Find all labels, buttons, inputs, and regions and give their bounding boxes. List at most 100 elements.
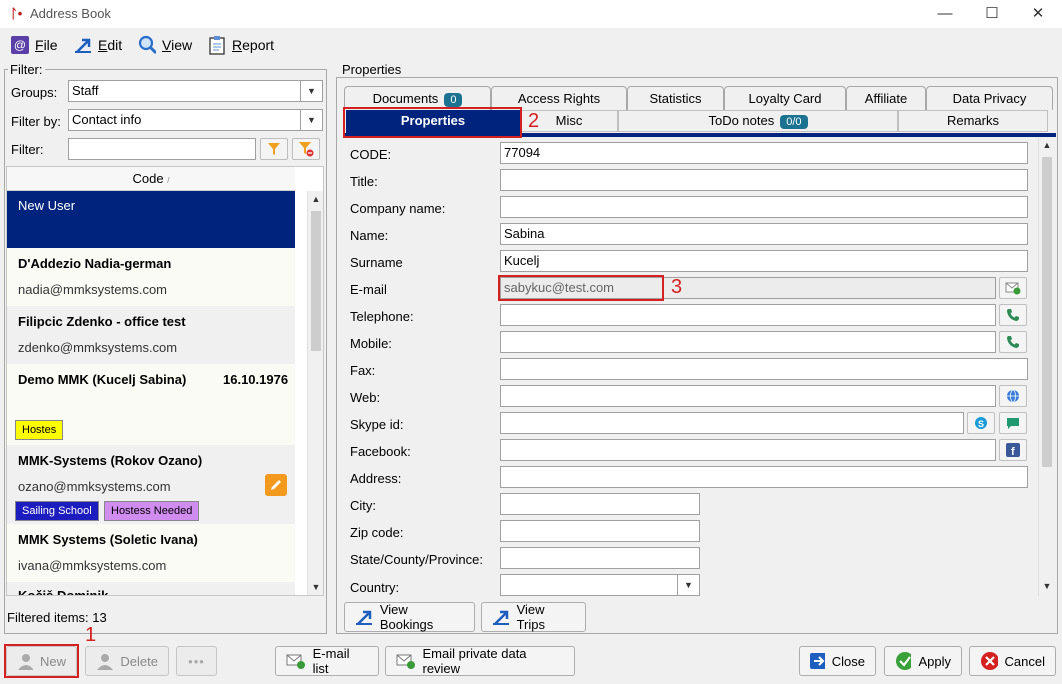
call-telephone-button[interactable] <box>999 304 1027 326</box>
more-options-button[interactable]: ••• <box>176 646 217 676</box>
field-label: Zip code: <box>350 525 404 540</box>
apply-filter-button[interactable] <box>260 138 288 160</box>
column-header-code[interactable]: Code / <box>7 167 295 191</box>
open-web-button[interactable] <box>999 385 1027 407</box>
web-field[interactable] <box>500 385 996 407</box>
tab-loyalty-card[interactable]: Loyalty Card <box>724 86 846 110</box>
field-label: Country: <box>350 580 400 595</box>
list-item-email: zdenko@mmksystems.com <box>18 340 178 355</box>
title-bar: ᛚ• Address Book — ☐ ✕ <box>0 0 1062 28</box>
cancel-x-icon <box>981 652 998 670</box>
facebook-field[interactable] <box>500 439 996 461</box>
filterby-value: Contact info <box>72 112 142 127</box>
fax-field[interactable] <box>500 358 1028 380</box>
menu-report[interactable]: Report <box>208 34 274 56</box>
edit-pencil-icon[interactable] <box>265 474 287 496</box>
minimize-button[interactable]: — <box>922 0 968 28</box>
phone-icon <box>1007 336 1019 348</box>
list-item-title: MMK-Systems (Rokov Ozano) <box>18 453 203 468</box>
filter-input[interactable] <box>68 138 256 160</box>
scroll-up-icon[interactable]: ▲ <box>308 191 323 207</box>
properties-scrollbar[interactable]: ▲ ▼ <box>1038 137 1055 596</box>
tab-label: Loyalty Card <box>748 91 822 106</box>
tab-data-privacy[interactable]: Data Privacy <box>926 86 1053 110</box>
clear-filter-button[interactable] <box>292 138 320 160</box>
tab-remarks[interactable]: Remarks <box>898 110 1048 132</box>
close-window-button[interactable]: ✕ <box>1015 0 1061 28</box>
scroll-down-icon[interactable]: ▼ <box>308 579 323 595</box>
groups-value: Staff <box>72 83 99 98</box>
scroll-thumb[interactable] <box>1042 157 1052 467</box>
list-item[interactable]: Kočiš Dominik <box>7 582 295 595</box>
scroll-thumb[interactable] <box>311 211 321 351</box>
tab-affiliate[interactable]: Affiliate <box>846 86 926 110</box>
filterby-select[interactable]: Contact info ▼ <box>68 109 323 131</box>
at-sign-icon: @ <box>11 36 29 54</box>
list-item-email: ozano@mmksystems.com <box>18 479 171 494</box>
check-icon <box>896 652 912 670</box>
view-trips-button[interactable]: View Trips <box>481 602 586 632</box>
menu-file[interactable]: @ File <box>11 34 58 56</box>
zip-code-field[interactable] <box>500 520 700 542</box>
view-bookings-button[interactable]: View Bookings <box>344 602 475 632</box>
country-select[interactable]: ▼ <box>500 574 700 596</box>
skype-field[interactable] <box>500 412 964 434</box>
edit-arrow-icon <box>356 610 372 625</box>
code-field[interactable]: 77094 <box>500 142 1028 164</box>
list-item[interactable]: MMK-Systems (Rokov Ozano) ozano@mmksyste… <box>7 445 295 524</box>
delete-button[interactable]: Delete <box>85 646 169 676</box>
company-name-field[interactable] <box>500 196 1028 218</box>
edit-arrow-icon <box>74 36 92 54</box>
list-scrollbar[interactable]: ▲ ▼ <box>307 191 323 595</box>
scroll-down-icon[interactable]: ▼ <box>1039 578 1055 594</box>
list-item[interactable]: D'Addezio Nadia-german nadia@mmksystems.… <box>7 248 295 306</box>
menu-edit[interactable]: Edit <box>74 34 122 56</box>
list-item[interactable]: Demo MMK (Kucelj Sabina) 16.10.1976 Host… <box>7 364 295 445</box>
mobile-field[interactable] <box>500 331 996 353</box>
name-field[interactable]: Sabina <box>500 223 1028 245</box>
email-private-data-button[interactable]: Email private data review <box>385 646 575 676</box>
close-button[interactable]: Close <box>799 646 876 676</box>
documents-count-badge: 0 <box>444 92 463 107</box>
call-mobile-button[interactable] <box>999 331 1027 353</box>
menu-view[interactable]: View <box>138 34 192 56</box>
chevron-down-icon: ▼ <box>300 110 322 130</box>
tab-statistics[interactable]: Statistics <box>627 86 724 110</box>
filtered-items-count: Filtered items: 13 <box>7 610 107 625</box>
exit-arrow-icon <box>810 653 825 669</box>
maximize-button[interactable]: ☐ <box>969 0 1015 28</box>
telephone-field[interactable] <box>500 304 996 326</box>
annotation-box-new <box>4 644 79 678</box>
menu-report-label: Report <box>232 37 275 53</box>
apply-button[interactable]: Apply <box>884 646 962 676</box>
scroll-up-icon[interactable]: ▲ <box>1039 137 1055 153</box>
title-field[interactable] <box>500 169 1028 191</box>
list-item-email: nadia@mmksystems.com <box>18 282 168 297</box>
skype-call-button[interactable]: S <box>967 412 995 434</box>
cancel-button[interactable]: Cancel <box>969 646 1056 676</box>
svg-text:S: S <box>978 419 984 429</box>
send-email-button[interactable] <box>999 277 1027 299</box>
list-item[interactable]: Filipcic Zdenko - office test zdenko@mmk… <box>7 306 295 364</box>
tab-label: Access Rights <box>517 91 601 106</box>
city-field[interactable] <box>500 493 700 515</box>
surname-field[interactable]: Kucelj <box>500 250 1028 272</box>
open-facebook-button[interactable]: f <box>999 439 1027 461</box>
email-list-label: E-mail list <box>312 646 350 676</box>
skype-chat-button[interactable] <box>999 412 1027 434</box>
tab-label: ToDo notes <box>708 113 775 128</box>
address-field[interactable] <box>500 466 1028 488</box>
list-item[interactable]: MMK Systems (Soletic Ivana) ivana@mmksys… <box>7 524 295 582</box>
filter-legend: Filter: <box>8 62 45 77</box>
chevron-down-icon: ▼ <box>677 575 699 595</box>
list-item[interactable]: New User <box>7 191 295 248</box>
tab-todo-notes[interactable]: ToDo notes 0/0 <box>618 110 898 132</box>
tab-label: Data Privacy <box>952 91 1027 106</box>
field-label: E-mail <box>350 282 387 297</box>
groups-select[interactable]: Staff ▼ <box>68 80 323 102</box>
email-list-button[interactable]: E-mail list <box>275 646 379 676</box>
state-field[interactable] <box>500 547 700 569</box>
field-label: Name: <box>350 228 389 243</box>
properties-legend: Properties <box>340 62 404 77</box>
field-label: State/County/Province: <box>350 552 483 567</box>
